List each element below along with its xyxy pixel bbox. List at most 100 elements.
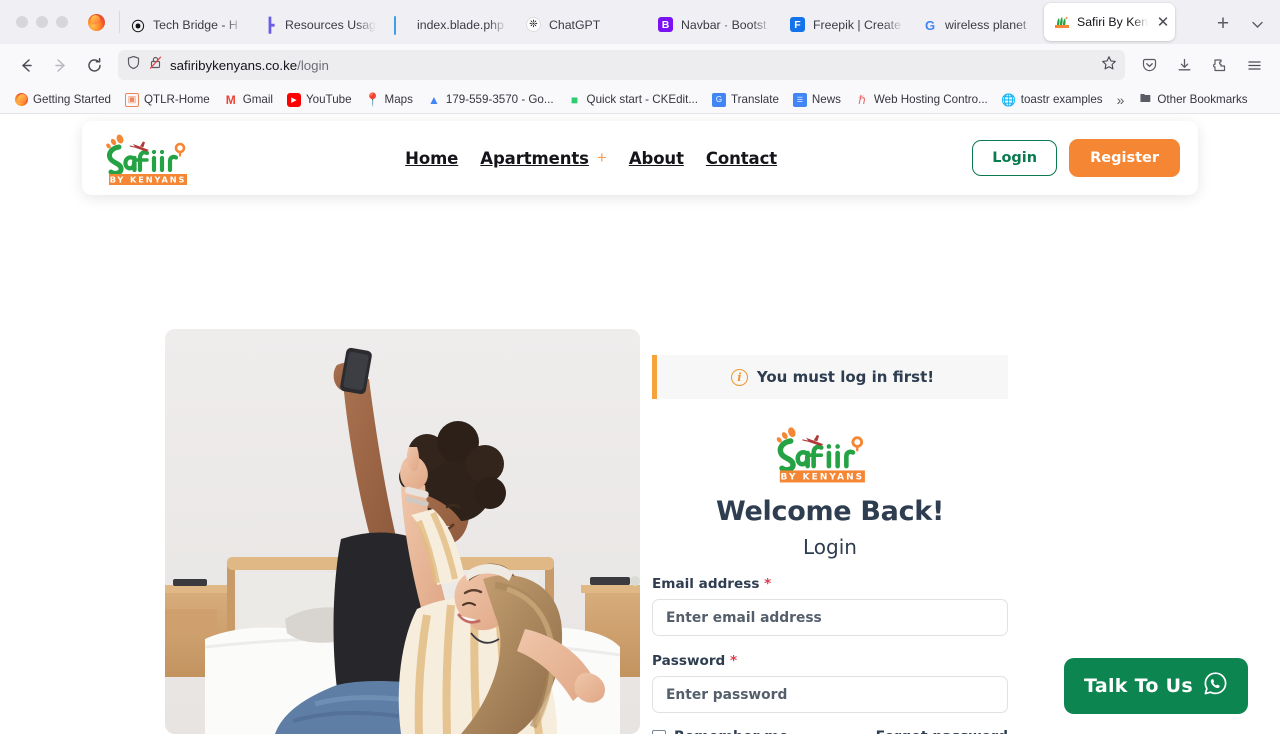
bookmark-google-ads[interactable]: ▲ 179-559-3570 - Go... — [421, 90, 560, 110]
nav-login-button[interactable]: Login — [972, 140, 1058, 176]
bookmarks-overflow-button[interactable]: » — [1111, 92, 1131, 108]
whatsapp-talk-to-us-button[interactable]: Talk To Us — [1064, 658, 1248, 714]
svg-text:BY KENYANS: BY KENYANS — [110, 174, 187, 184]
bookmark-label: News — [811, 93, 841, 106]
hero-image — [165, 329, 640, 734]
remember-forgot-row: Remember me Forgot password — [652, 729, 1008, 734]
apartments-expand-icon[interactable]: + — [597, 148, 607, 168]
minimize-window-button[interactable] — [36, 16, 48, 28]
chatgpt-icon: ❊ — [526, 17, 542, 33]
qtlr-icon: ▣ — [124, 92, 139, 107]
techbridge-icon: ⦿ — [131, 18, 145, 34]
bookmark-label: 179-559-3570 - Go... — [445, 93, 554, 106]
pocket-icon[interactable] — [1133, 49, 1165, 81]
password-field-group: Password * — [652, 653, 1008, 713]
bookmark-maps[interactable]: 📍 Maps — [360, 90, 419, 110]
bookmark-qtlr-home[interactable]: ▣ QTLR-Home — [119, 90, 216, 110]
forgot-password-link[interactable]: Forgot password — [876, 729, 1008, 734]
web-page: BY KENYANS Home Apartments + About Conta… — [0, 114, 1280, 734]
downloads-icon[interactable] — [1168, 49, 1200, 81]
forward-button[interactable] — [44, 49, 76, 81]
bookmark-translate[interactable]: G Translate — [706, 90, 785, 110]
window-controls[interactable] — [10, 0, 78, 44]
remember-me-group[interactable]: Remember me — [652, 729, 788, 734]
list-all-tabs-button[interactable] — [1240, 7, 1274, 41]
hosting-icon: ℏ — [858, 92, 866, 107]
remember-me-checkbox[interactable] — [652, 730, 666, 734]
close-tab-button[interactable]: ✕ — [1155, 15, 1171, 30]
maps-pin-icon: 📍 — [364, 91, 381, 107]
google-icon: G — [924, 17, 936, 33]
tab-label: Freepik | Create — [813, 18, 901, 32]
required-indicator: * — [764, 576, 772, 592]
nav-link-about[interactable]: About — [629, 149, 684, 168]
nav-register-button[interactable]: Register — [1069, 139, 1180, 177]
password-label: Password * — [652, 653, 738, 669]
menu-icon[interactable] — [1238, 49, 1270, 81]
bookmark-web-hosting[interactable]: ℏ Web Hosting Contro... — [849, 90, 994, 110]
url-path: /login — [297, 57, 329, 73]
firefox-logo-icon — [78, 0, 119, 44]
nav-link-home[interactable]: Home — [405, 149, 458, 168]
email-label: Email address * — [652, 576, 772, 592]
bookmark-gmail[interactable]: M Gmail — [218, 90, 279, 110]
folder-icon: 🖿 — [1139, 93, 1151, 105]
site-logo[interactable]: BY KENYANS — [100, 130, 210, 186]
welcome-heading: Welcome Back! — [716, 496, 944, 527]
tab-tech-bridge[interactable]: ⦿ Tech Bridge - H — [120, 8, 252, 42]
tab-label: Safiri By Ken — [1077, 15, 1148, 29]
news-icon: ☰ — [792, 92, 807, 107]
file-icon — [394, 16, 410, 35]
new-tab-button[interactable]: + — [1206, 7, 1240, 41]
browser-toolbar: safiribykenyans.co.ke/login — [0, 44, 1280, 86]
shield-icon[interactable] — [126, 55, 141, 75]
bookmark-star-icon[interactable] — [1101, 55, 1117, 76]
nav-link-contact[interactable]: Contact — [706, 149, 777, 168]
maximize-window-button[interactable] — [56, 16, 68, 28]
insecure-lock-icon[interactable] — [148, 55, 163, 75]
bootstrap-icon: B — [658, 17, 674, 33]
tab-index-blade-php[interactable]: index.blade.php — [384, 8, 516, 42]
resources-icon: ┣ — [265, 16, 275, 33]
bookmark-toastr-examples[interactable]: 🌐 toastr examples — [996, 90, 1109, 110]
bookmark-label: Web Hosting Contro... — [873, 93, 988, 106]
url-host: safiribykenyans.co.ke — [170, 57, 298, 73]
freepik-icon: F — [790, 17, 806, 33]
form-logo: BY KENYANS — [652, 416, 1008, 490]
reload-button[interactable] — [78, 49, 110, 81]
tab-resources-usage[interactable]: ┣ Resources Usag — [252, 8, 384, 42]
bookmark-ckeditor[interactable]: ■ Quick start - CKEdit... — [562, 90, 704, 110]
tab-safiri-by-kenyans[interactable]: Safiri By Ken ✕ — [1044, 3, 1175, 41]
url-text[interactable]: safiribykenyans.co.ke/login — [170, 58, 1094, 73]
nav-link-apartments[interactable]: Apartments — [480, 149, 589, 168]
bookmark-news[interactable]: ☰ News — [787, 90, 847, 110]
address-bar[interactable]: safiribykenyans.co.ke/login — [118, 50, 1125, 80]
password-input[interactable] — [652, 676, 1008, 713]
other-bookmarks-folder[interactable]: 🖿 Other Bookmarks — [1132, 90, 1253, 110]
bookmarks-bar: Getting Started ▣ QTLR-Home M Gmail ▶ Yo… — [0, 86, 1280, 114]
bookmark-label: toastr examples — [1020, 93, 1103, 106]
close-window-button[interactable] — [16, 16, 28, 28]
login-panel: i You must log in first! BY KENYANS Welc… — [652, 355, 1008, 734]
translate-icon: G — [712, 92, 727, 107]
site-navbar: BY KENYANS Home Apartments + About Conta… — [82, 121, 1198, 195]
youtube-icon: ▶ — [286, 92, 301, 107]
bookmark-getting-started[interactable]: Getting Started — [8, 90, 117, 110]
bookmark-youtube[interactable]: ▶ YouTube — [281, 90, 358, 110]
site-nav-actions: Login Register — [972, 139, 1180, 177]
bookmark-label: Gmail — [242, 93, 273, 106]
browser-window: ⦿ Tech Bridge - H ┣ Resources Usag index… — [0, 0, 1280, 734]
tab-wireless-planet[interactable]: G wireless planet — [912, 8, 1044, 42]
tab-navbar-bootstrap[interactable]: B Navbar · Bootst — [648, 8, 780, 42]
email-input[interactable] — [652, 599, 1008, 636]
tab-label: Navbar · Bootst — [681, 18, 767, 32]
svg-text:BY KENYANS: BY KENYANS — [781, 473, 865, 483]
back-button[interactable] — [10, 49, 42, 81]
ckeditor-icon: ■ — [570, 92, 579, 107]
tab-chatgpt[interactable]: ❊ ChatGPT — [516, 8, 648, 42]
alert-message: You must log in first! — [756, 368, 935, 386]
tab-freepik[interactable]: F Freepik | Create — [780, 8, 912, 42]
extensions-icon[interactable] — [1203, 49, 1235, 81]
bookmark-label: Getting Started — [33, 93, 111, 106]
info-icon: i — [730, 368, 748, 386]
